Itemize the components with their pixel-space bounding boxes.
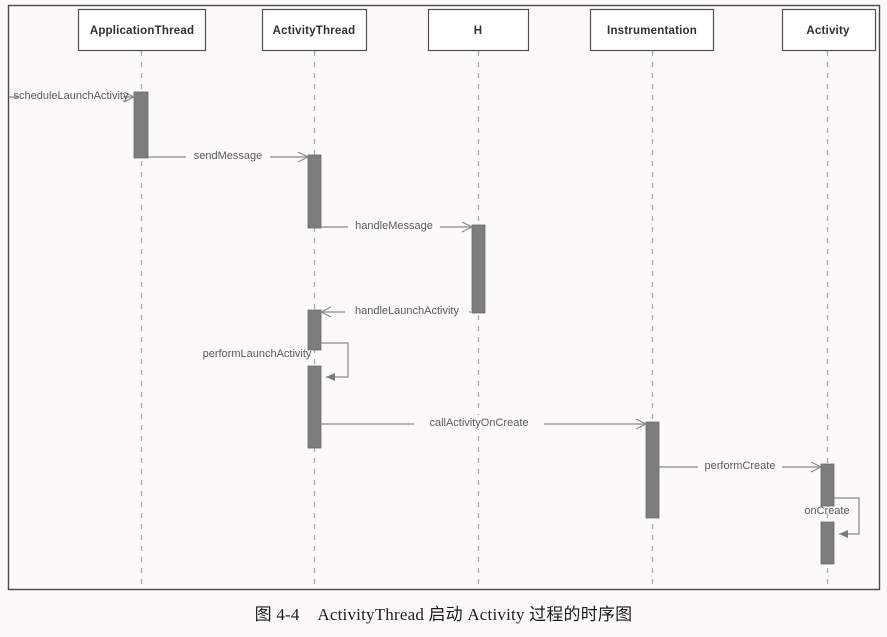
activation-bar-activity_thread-1 xyxy=(307,154,322,229)
self-call-path xyxy=(321,342,349,381)
figure-caption: 图 4-4 ActivityThread 启动 Activity 过程的时序图 xyxy=(254,605,633,624)
activation-bar-activity-2 xyxy=(820,521,835,565)
message-handleLaunchActivity[interactable]: handleLaunchActivity xyxy=(322,303,471,317)
activation-bar-application_thread-1 xyxy=(133,91,149,159)
lifeline-label: Instrumentation xyxy=(607,25,697,37)
lifeline-header-h_handler[interactable]: H xyxy=(427,8,530,52)
message-handleMessage[interactable]: handleMessage xyxy=(321,218,471,232)
lifeline-label: ActivityThread xyxy=(273,25,356,37)
lifeline-header-activity_thread[interactable]: ActivityThread xyxy=(261,8,368,52)
activation-bar-instrumentation-1 xyxy=(645,421,660,519)
lifeline-header-activity[interactable]: Activity xyxy=(781,8,877,52)
message-callActivityOnCreate[interactable]: callActivityOnCreate xyxy=(321,415,645,429)
message-scheduleLaunchActivity[interactable]: scheduleLaunchActivity xyxy=(9,88,133,102)
message-label: handleMessage xyxy=(355,220,433,232)
message-label: scheduleLaunchActivity xyxy=(14,90,129,102)
message-label: performCreate xyxy=(705,460,776,472)
activation-bar-activity_thread-2 xyxy=(307,309,322,351)
lifeline-label: H xyxy=(474,25,483,37)
message-label: sendMessage xyxy=(194,150,263,162)
message-label: handleLaunchActivity xyxy=(355,305,459,317)
lifeline-header-instrumentation[interactable]: Instrumentation xyxy=(589,8,715,52)
message-performLaunchActivity[interactable]: performLaunchActivity xyxy=(203,342,349,381)
figure-container: ApplicationThread ActivityThread H Instr… xyxy=(0,0,887,637)
message-label: onCreate xyxy=(804,505,849,517)
activation-bar-h_handler-1 xyxy=(471,224,486,314)
lifeline-label: ApplicationThread xyxy=(90,25,194,37)
sequence-diagram: ApplicationThread ActivityThread H Instr… xyxy=(7,4,881,591)
lifeline-label: Activity xyxy=(806,25,850,37)
lifeline-header-application_thread[interactable]: ApplicationThread xyxy=(77,8,207,52)
activation-bar-activity-1 xyxy=(820,463,835,507)
message-sendMessage[interactable]: sendMessage xyxy=(148,148,307,162)
message-performCreate[interactable]: performCreate xyxy=(659,458,820,472)
message-label: callActivityOnCreate xyxy=(429,417,528,429)
message-label: performLaunchActivity xyxy=(203,348,312,360)
activation-bar-activity_thread-3 xyxy=(307,365,322,449)
